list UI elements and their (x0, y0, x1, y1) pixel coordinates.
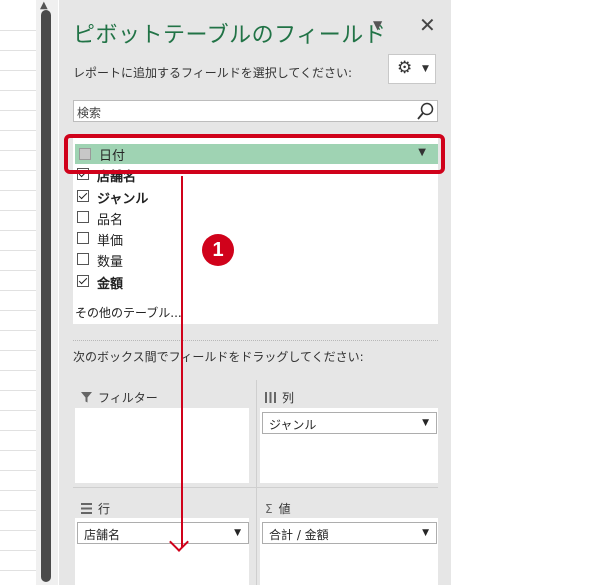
spreadsheet-grid-edge (0, 0, 37, 585)
field-checkbox[interactable] (77, 253, 89, 265)
pivot-table-fields-pane: ピボットテーブルのフィールド ▼ ✕ レポートに追加するフィールドを選択してくだ… (59, 0, 451, 585)
rows-field-chip[interactable]: 店舗名 ▼ (77, 522, 249, 544)
annotation-drag-arrow (181, 176, 183, 548)
grid-row (0, 290, 36, 311)
field-checkbox[interactable] (77, 275, 89, 287)
field-search-input[interactable]: 検索 (73, 100, 438, 122)
annotation-highlight-box (64, 134, 445, 174)
grid-row (0, 410, 36, 431)
search-placeholder: 検索 (77, 106, 102, 120)
grid-row (0, 90, 36, 111)
choose-fields-label: レポートに追加するフィールドを選択してください: (73, 66, 353, 80)
values-field-chip[interactable]: 合計 / 金額 ▼ (262, 522, 437, 544)
area-horizontal-separator (73, 487, 438, 488)
values-area-header: Σ値 (265, 500, 291, 517)
tools-button[interactable]: ⚙ ▼ (388, 54, 436, 84)
grid-row (0, 190, 36, 211)
scrollbar-thumb[interactable] (41, 10, 51, 582)
grid-row (0, 170, 36, 191)
rows-icon (81, 503, 92, 514)
grid-row (0, 70, 36, 91)
pane-options-dropdown-icon[interactable]: ▼ (373, 18, 382, 32)
columns-area-label: 列 (282, 391, 295, 405)
grid-row (0, 450, 36, 471)
grid-row (0, 530, 36, 551)
field-label: 金額 (97, 277, 124, 292)
grid-row (0, 470, 36, 491)
more-tables-link[interactable]: その他のテーブル... (75, 304, 182, 321)
grid-row (0, 270, 36, 291)
grid-row (0, 430, 36, 451)
grid-row (0, 390, 36, 411)
grid-row (0, 310, 36, 331)
chevron-down-icon[interactable]: ▼ (422, 418, 429, 428)
filter-icon (81, 392, 92, 403)
chip-label: 合計 / 金額 (269, 528, 329, 542)
grid-row (0, 250, 36, 271)
filter-area-header: フィルター (81, 389, 158, 406)
close-icon[interactable]: ✕ (419, 13, 436, 37)
area-vertical-separator (256, 380, 257, 585)
grid-row (0, 330, 36, 351)
sigma-icon: Σ (265, 502, 273, 516)
grid-row (0, 0, 36, 31)
grid-row (0, 210, 36, 231)
chevron-down-icon: ▼ (422, 64, 429, 74)
values-drop-area[interactable]: 合計 / 金額 ▼ (260, 518, 438, 585)
gear-icon: ⚙ (397, 58, 413, 78)
rows-area-label: 行 (98, 502, 111, 516)
field-label: 単価 (97, 234, 124, 249)
rows-area-header: 行 (81, 500, 110, 517)
step-number-badge: 1 (202, 234, 234, 266)
field-checkbox[interactable] (77, 190, 89, 202)
field-label: 品名 (97, 213, 124, 228)
section-divider (73, 340, 438, 341)
values-area-label: 値 (278, 502, 291, 516)
chip-label: 店舗名 (84, 528, 121, 542)
field-label: ジャンル (97, 192, 149, 207)
filter-area-label: フィルター (98, 391, 158, 405)
columns-area-header: 列 (265, 389, 294, 406)
grid-row (0, 370, 36, 391)
field-label: 数量 (97, 255, 124, 270)
columns-field-chip[interactable]: ジャンル ▼ (262, 412, 437, 434)
field-checkbox[interactable] (77, 211, 89, 223)
chip-label: ジャンル (269, 418, 317, 432)
grid-row (0, 550, 36, 571)
chevron-down-icon[interactable]: ▼ (234, 528, 241, 538)
rows-drop-area[interactable]: 店舗名 ▼ (75, 518, 249, 585)
search-icon (417, 102, 434, 120)
grid-row (0, 350, 36, 371)
columns-drop-area[interactable]: ジャンル ▼ (260, 408, 438, 483)
chevron-down-icon[interactable]: ▼ (422, 528, 429, 538)
grid-row (0, 230, 36, 251)
grid-row (0, 490, 36, 511)
drag-fields-label: 次のボックス間でフィールドをドラッグしてください: (73, 350, 364, 364)
grid-row (0, 150, 36, 171)
filter-drop-area[interactable] (75, 408, 249, 483)
columns-icon (265, 392, 276, 403)
field-checkbox[interactable] (77, 232, 89, 244)
grid-row (0, 30, 36, 51)
pane-title: ピボットテーブルのフィールド (73, 23, 387, 48)
grid-row (0, 510, 36, 531)
grid-row (0, 130, 36, 151)
grid-row (0, 110, 36, 131)
grid-row (0, 50, 36, 71)
